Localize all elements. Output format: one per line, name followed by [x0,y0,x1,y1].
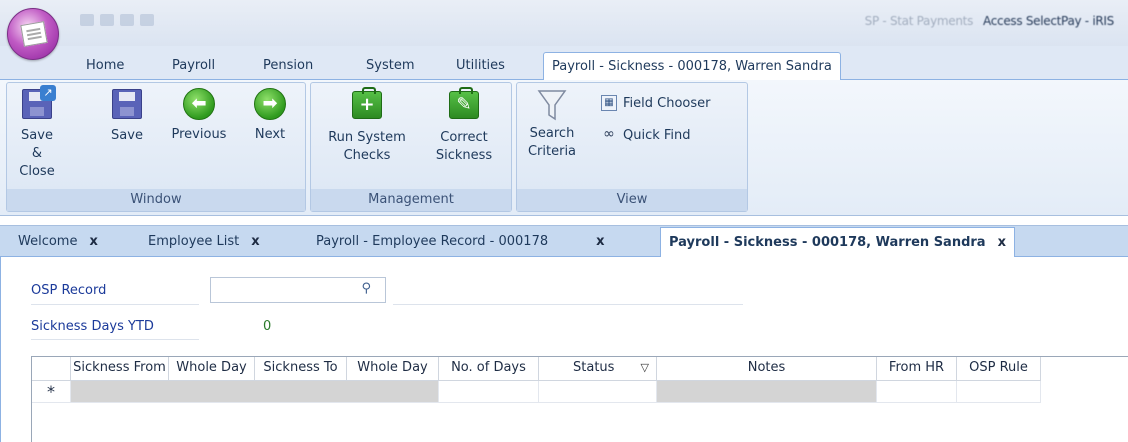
filter-icon[interactable]: ▽ [640,357,648,379]
medical-kit-edit-icon: ✎ [447,87,481,125]
ribbon-tab-payroll-sickness[interactable]: Payroll - Sickness - 000178, Warren Sand… [543,52,841,80]
arrow-right-icon: ➡ [253,88,287,122]
osp-record-input[interactable]: ⚲ [210,277,386,303]
ribbon-group-view: Search Criteria ▦ Field Chooser ∞ Quick … [516,82,748,212]
window-title: SP - Stat Payments Access SelectPay - iR… [864,14,1115,28]
new-row-status-cell[interactable] [539,381,657,403]
doc-tab-label: Welcome [18,234,78,249]
binoculars-icon: ∞ [603,126,615,142]
document-title: SP - Stat Payments [864,14,974,28]
application-title: Access SelectPay - iRIS [983,14,1114,28]
column-whole-day-to[interactable]: Whole Day [347,357,439,381]
close-icon[interactable]: x [251,234,259,249]
column-status[interactable]: Status ▽ [539,357,657,381]
doc-tab-welcome[interactable]: Welcome x [18,234,98,249]
column-no-of-days[interactable]: No. of Days [439,357,539,381]
save-button[interactable]: Save [107,87,147,145]
label-divider [31,339,199,340]
column-sickness-to[interactable]: Sickness To [255,357,347,381]
title-bar: SP - Stat Payments Access SelectPay - iR… [0,0,1128,60]
close-icon[interactable]: x [596,234,604,249]
doc-tab-label: Employee List [148,234,240,249]
ribbon-group-management: + Run System Checks ✎ Correct Sickness M… [310,82,512,212]
arrow-left-icon: ⬅ [182,88,216,122]
quick-find-button[interactable]: ∞ Quick Find [601,126,691,143]
funnel-icon [535,87,569,121]
save-close-button[interactable]: ↗ Save & Close [15,85,59,181]
search-criteria-button[interactable]: Search Criteria [523,87,581,161]
sickness-grid: Sickness From Whole Day Sickness To Whol… [31,356,1128,442]
qat-redo-icon[interactable] [140,14,154,26]
management-group-label: Management [311,189,511,211]
qat-customize-icon[interactable] [80,14,94,26]
new-row-notes-cell[interactable] [657,381,877,403]
qat-undo-icon[interactable] [120,14,134,26]
new-row-days-cell[interactable] [439,381,539,403]
sickness-panel: OSP Record ⚲ Sickness Days YTD 0 Sicknes… [0,257,1128,442]
run-system-checks-label: Run System Checks [328,130,406,163]
sickness-days-ytd-label: Sickness Days YTD [31,319,154,334]
save-close-icon: ↗ [20,85,56,123]
column-from-hr[interactable]: From HR [877,357,957,381]
sickness-days-ytd-value: 0 [263,319,272,334]
magnifier-icon[interactable]: ⚲ [361,281,371,296]
field-chooser-icon: ▦ [601,95,617,111]
ribbon-tab-home[interactable]: Home [86,58,124,73]
save-label: Save [111,128,143,143]
column-sickness-from[interactable]: Sickness From [32,357,169,381]
quick-access-toolbar [80,14,154,26]
new-row-marker: * [32,381,71,403]
doc-tab-employee-list[interactable]: Employee List x [148,234,260,249]
previous-button[interactable]: ⬅ Previous [163,87,235,144]
medical-kit-plus-icon: + [350,87,384,125]
doc-tab-label: Payroll - Employee Record - 000178 [316,234,549,249]
quick-find-label: Quick Find [623,127,691,143]
column-notes[interactable]: Notes [657,357,877,381]
run-system-checks-button[interactable]: + Run System Checks [319,87,415,165]
doc-tab-label: Payroll - Sickness - 000178, Warren Sand… [669,235,986,250]
ribbon-tab-system[interactable]: System [366,58,414,73]
window-group-label: Window [7,189,305,211]
qat-save-icon[interactable] [100,14,114,26]
osp-record-label: OSP Record [31,283,107,298]
next-button[interactable]: ➡ Next [247,87,293,144]
ribbon-group-window: ↗ Save & Close Save ⬅ Previous ➡ Next Wi… [6,82,306,212]
new-row-date-cells[interactable] [71,381,439,403]
close-icon[interactable]: x [89,234,97,249]
column-status-label: Status [573,360,615,375]
new-row[interactable]: * [32,381,1041,403]
correct-sickness-button[interactable]: ✎ Correct Sickness [425,87,503,165]
ribbon-tab-pension[interactable]: Pension [263,58,313,73]
doc-tab-employee-record[interactable]: Payroll - Employee Record - 000178 x [316,234,605,249]
floppy-disk-icon [110,89,144,123]
save-close-label: Save & Close [19,128,55,179]
new-row-from-hr-cell[interactable] [877,381,957,403]
new-row-osp-rule-cell[interactable] [957,381,1041,403]
app-orb-icon [20,21,48,47]
correct-sickness-label: Correct Sickness [435,130,493,163]
grid-header: Sickness From Whole Day Sickness To Whol… [32,357,1041,381]
ribbon-tab-utilities[interactable]: Utilities [456,58,505,73]
label-divider [31,304,199,305]
next-label: Next [254,127,286,142]
column-whole-day-from[interactable]: Whole Day [169,357,255,381]
doc-tab-sickness[interactable]: Payroll - Sickness - 000178, Warren Sand… [660,227,1015,258]
ribbon: ↗ Save & Close Save ⬅ Previous ➡ Next Wi… [0,80,1128,216]
close-icon[interactable]: x [998,235,1006,250]
search-criteria-label: Search Criteria [527,126,577,159]
field-chooser-label: Field Chooser [623,95,711,111]
column-osp-rule[interactable]: OSP Rule [957,357,1041,381]
application-menu-button[interactable] [7,8,59,60]
ribbon-tab-payroll[interactable]: Payroll [172,58,215,73]
previous-label: Previous [171,127,227,142]
document-tab-strip: Welcome x Employee List x Payroll - Employ… [0,225,1128,258]
ribbon-tab-strip: Home Payroll Pension System Utilities Pa… [0,46,1128,80]
field-chooser-button[interactable]: ▦ Field Chooser [601,95,710,111]
view-group-label: View [517,189,747,211]
osp-description-field [393,304,743,305]
